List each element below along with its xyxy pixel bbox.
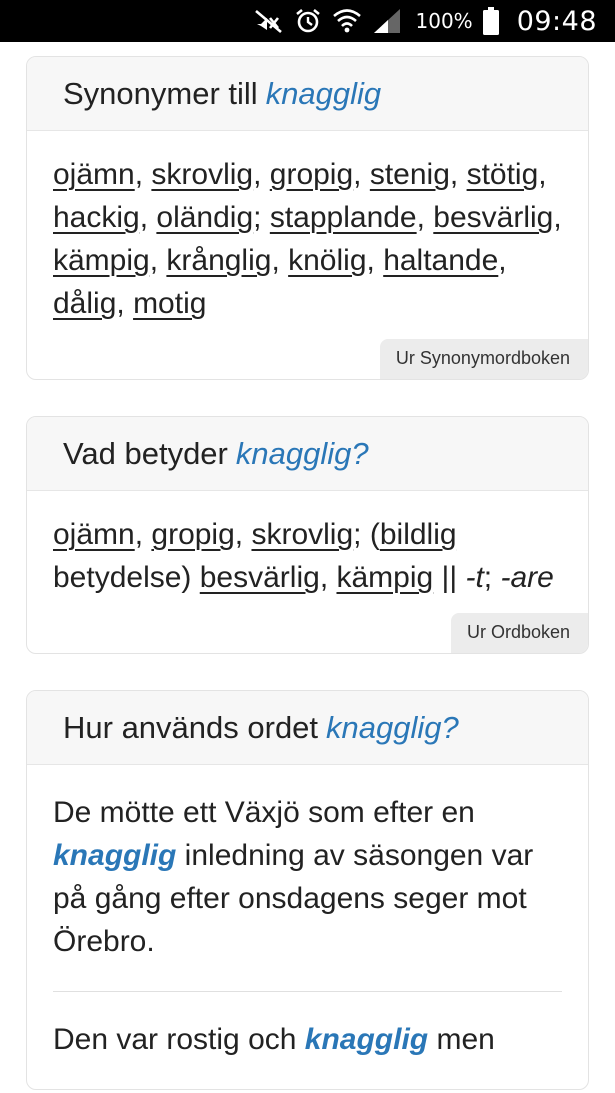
synonym-link[interactable]: hackig: [53, 201, 140, 234]
example-keyword: knagglig: [53, 839, 177, 872]
meaning-card-header: Vad betyder knagglig?: [27, 417, 588, 491]
page-content: Synonymer till knagglig ojämn, skrovlig,…: [0, 42, 615, 1093]
battery-icon: [482, 6, 499, 36]
synonym-link[interactable]: besvärlig: [433, 201, 553, 234]
wifi-icon: [332, 6, 362, 36]
status-bar: 100% 09:48: [0, 0, 615, 42]
battery-percent: 100%: [415, 9, 473, 33]
usage-example: Den var rostig och knagglig men: [53, 1023, 495, 1056]
synonym-link[interactable]: oländig: [156, 201, 253, 234]
clock: 09:48: [516, 5, 597, 37]
definition-link[interactable]: besvärlig: [200, 561, 320, 594]
meaning-title: Vad betyder: [63, 435, 228, 471]
source-tag-ordboken[interactable]: Ur Ordboken: [450, 613, 588, 653]
synonym-link[interactable]: krånglig: [166, 244, 271, 277]
usage-example: De mötte ett Växjö som efter en knagglig…: [53, 796, 534, 958]
meaning-definition: ojämn, gropig, skrovlig; (bildlig betyde…: [53, 518, 554, 594]
definition-link[interactable]: bildlig: [380, 518, 457, 551]
synonym-link[interactable]: stapplande: [270, 201, 417, 234]
inflection-are: -are: [500, 561, 554, 594]
synonym-link[interactable]: gropig: [270, 158, 353, 191]
synonym-link[interactable]: haltande: [383, 244, 498, 277]
alarm-icon: [294, 6, 322, 36]
synonyms-card: Synonymer till knagglig ojämn, skrovlig,…: [26, 56, 589, 380]
meaning-card: Vad betyder knagglig? ojämn, gropig, skr…: [26, 416, 589, 654]
definition-link[interactable]: skrovlig: [251, 518, 353, 551]
usage-card-header: Hur används ordet knagglig?: [27, 691, 588, 765]
meaning-title-keyword: knagglig?: [235, 435, 369, 471]
usage-title: Hur används ordet: [63, 709, 319, 745]
synonyms-card-header: Synonymer till knagglig: [27, 57, 588, 131]
usage-card: Hur används ordet knagglig? De mötte ett…: [26, 690, 589, 1090]
synonyms-title: Synonymer till: [63, 75, 258, 111]
usage-title-keyword: knagglig?: [326, 709, 459, 745]
synonym-link[interactable]: stötig: [467, 158, 539, 191]
synonym-link[interactable]: kämpig: [53, 244, 150, 277]
definition-link[interactable]: ojämn: [53, 518, 135, 551]
synonym-link[interactable]: dålig: [53, 287, 116, 320]
synonyms-title-keyword: knagglig: [265, 75, 382, 111]
definition-link[interactable]: kämpig: [336, 561, 433, 594]
mute-icon: [254, 6, 284, 36]
synonym-link[interactable]: skrovlig: [151, 158, 253, 191]
synonym-link[interactable]: ojämn: [53, 158, 135, 191]
synonyms-list: ojämn, skrovlig, gropig, stenig, stötig,…: [53, 158, 562, 320]
synonym-link[interactable]: stenig: [370, 158, 450, 191]
synonym-link[interactable]: knölig: [288, 244, 366, 277]
definition-link[interactable]: gropig: [151, 518, 234, 551]
inflection-t: -t: [465, 561, 484, 594]
synonym-link[interactable]: motig: [133, 287, 206, 320]
source-tag-synonymordboken[interactable]: Ur Synonymordboken: [379, 339, 588, 379]
example-keyword: knagglig: [304, 1023, 429, 1056]
signal-icon: [372, 6, 402, 36]
